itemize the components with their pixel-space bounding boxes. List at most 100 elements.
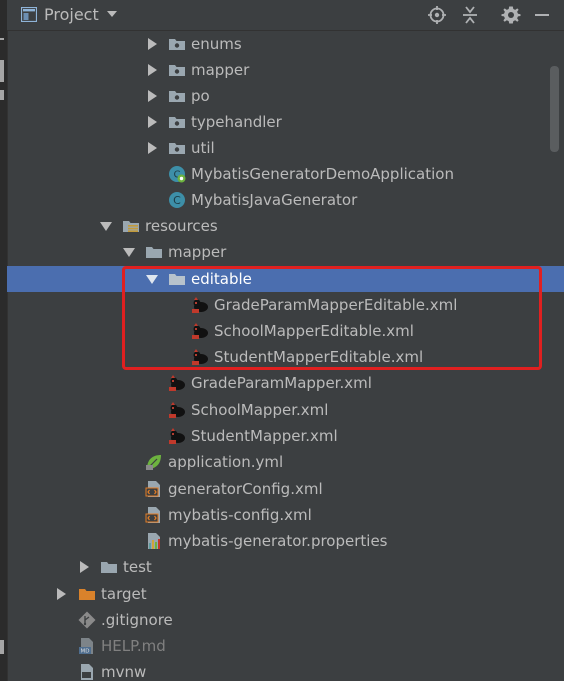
chevron-right-icon[interactable] bbox=[146, 141, 158, 155]
tree-node-label: application.yml bbox=[168, 453, 284, 471]
tree-node-typehandler[interactable]: typehandler bbox=[7, 109, 564, 135]
svg-text:C: C bbox=[173, 194, 181, 207]
tree-node-label: test bbox=[123, 558, 152, 576]
tree-node-java-generator[interactable]: C MybatisJavaGenerator bbox=[7, 187, 564, 213]
tree-node-label: po bbox=[191, 87, 210, 105]
chevron-right-icon[interactable] bbox=[78, 560, 90, 574]
strip-mark bbox=[0, 38, 4, 40]
tree-node-enums[interactable]: enums bbox=[7, 31, 564, 57]
folder-icon bbox=[101, 562, 117, 573]
tree-node-label: .gitignore bbox=[101, 611, 173, 629]
tree-node-demo-application[interactable]: C MybatisGeneratorDemoApplication bbox=[7, 161, 564, 187]
tree-node-generator-config[interactable]: generatorConfig.xml bbox=[7, 476, 564, 502]
project-tree: enums mapper po typehandler util C Mybat… bbox=[7, 31, 564, 681]
tree-node-label: mapper bbox=[168, 243, 227, 261]
collapse-all-icon[interactable] bbox=[460, 5, 480, 25]
tree-node-label: typehandler bbox=[191, 113, 282, 131]
tree-node-po[interactable]: po bbox=[7, 83, 564, 109]
package-folder-icon bbox=[169, 91, 185, 102]
git-ignore-icon bbox=[78, 611, 96, 629]
chevron-right-icon[interactable] bbox=[146, 63, 158, 77]
excluded-folder-icon bbox=[79, 589, 95, 600]
tree-node-label: GradeParamMapper.xml bbox=[191, 374, 372, 392]
mybatis-xml-icon bbox=[192, 297, 208, 313]
tree-node-label: mybatis-generator.properties bbox=[168, 532, 388, 550]
tree-node-target[interactable]: target bbox=[7, 581, 564, 607]
tree-node-grade-param-mapper[interactable]: GradeParamMapper.xml bbox=[7, 370, 564, 396]
mybatis-xml-icon bbox=[169, 375, 185, 391]
tree-node-test[interactable]: test bbox=[7, 554, 564, 580]
project-view-icon bbox=[21, 7, 37, 22]
hide-minimize-icon[interactable] bbox=[532, 5, 552, 25]
resources-folder-icon bbox=[123, 221, 139, 232]
tree-node-generator-properties[interactable]: mybatis-generator.properties bbox=[7, 528, 564, 554]
tree-node-label: GradeParamMapperEditable.xml bbox=[214, 296, 458, 314]
java-class-icon: C bbox=[169, 192, 185, 208]
tree-node-mvnw[interactable]: mvnw bbox=[7, 659, 564, 681]
tree-node-school-mapper-editable[interactable]: SchoolMapperEditable.xml bbox=[7, 318, 564, 344]
folder-icon bbox=[146, 247, 162, 258]
tree-node-mybatis-config[interactable]: mybatis-config.xml bbox=[7, 502, 564, 528]
package-folder-icon bbox=[169, 39, 185, 50]
tree-node-help-md[interactable]: MD HELP.md bbox=[7, 633, 564, 659]
mybatis-xml-icon bbox=[169, 402, 185, 418]
shell-file-icon bbox=[81, 664, 93, 680]
tree-node-mapper-folder[interactable]: mapper bbox=[7, 239, 564, 265]
package-folder-icon bbox=[169, 65, 185, 76]
properties-file-icon bbox=[148, 533, 160, 549]
tool-window-title[interactable]: Project bbox=[44, 5, 99, 24]
tree-node-mapper-package[interactable]: mapper bbox=[7, 57, 564, 83]
package-folder-icon bbox=[169, 143, 185, 154]
chevron-down-icon[interactable] bbox=[146, 272, 158, 286]
tree-node-label: util bbox=[191, 139, 215, 157]
chevron-down-icon[interactable] bbox=[123, 245, 135, 259]
xml-file-icon bbox=[145, 481, 160, 497]
markdown-file-icon: MD bbox=[79, 638, 93, 655]
mybatis-xml-icon bbox=[192, 323, 208, 339]
tree-node-label: SchoolMapper.xml bbox=[191, 401, 329, 419]
tree-node-resources[interactable]: resources bbox=[7, 213, 564, 239]
tree-node-label: editable bbox=[191, 270, 252, 288]
chevron-right-icon[interactable] bbox=[55, 587, 67, 601]
dropdown-caret-icon[interactable] bbox=[105, 7, 119, 21]
locate-icon[interactable] bbox=[427, 5, 447, 25]
svg-text:MD: MD bbox=[81, 649, 90, 655]
tree-node-label: mybatis-config.xml bbox=[168, 506, 312, 524]
tree-node-util[interactable]: util bbox=[7, 135, 564, 161]
tree-node-editable[interactable]: editable bbox=[7, 266, 564, 292]
tree-node-school-mapper[interactable]: SchoolMapper.xml bbox=[7, 397, 564, 423]
vertical-scrollbar-thumb[interactable] bbox=[550, 66, 559, 152]
tree-node-label: mapper bbox=[191, 61, 250, 79]
strip-mark bbox=[0, 90, 4, 100]
tree-node-grade-param-mapper-editable[interactable]: GradeParamMapperEditable.xml bbox=[7, 292, 564, 318]
tree-node-label: MybatisGeneratorDemoApplication bbox=[191, 165, 454, 183]
spring-boot-class-icon: C bbox=[169, 166, 186, 183]
tree-node-label: target bbox=[101, 585, 147, 603]
strip-mark bbox=[0, 640, 4, 654]
chevron-right-icon[interactable] bbox=[146, 115, 158, 129]
tree-node-student-mapper-editable[interactable]: StudentMapperEditable.xml bbox=[7, 344, 564, 370]
tree-node-label: mvnw bbox=[101, 663, 147, 681]
tree-node-label: SchoolMapperEditable.xml bbox=[214, 322, 414, 340]
tree-node-label: generatorConfig.xml bbox=[168, 480, 323, 498]
tree-node-application-yml[interactable]: application.yml bbox=[7, 449, 564, 475]
mybatis-xml-icon bbox=[169, 428, 185, 444]
chevron-down-icon[interactable] bbox=[100, 219, 112, 233]
chevron-right-icon[interactable] bbox=[146, 89, 158, 103]
tree-node-student-mapper[interactable]: StudentMapper.xml bbox=[7, 423, 564, 449]
mybatis-xml-icon bbox=[192, 349, 208, 365]
tree-node-label: enums bbox=[191, 35, 242, 53]
tree-node-label: resources bbox=[145, 217, 218, 235]
chevron-right-icon[interactable] bbox=[146, 37, 158, 51]
settings-gear-icon[interactable] bbox=[501, 5, 521, 25]
tree-node-label: StudentMapper.xml bbox=[191, 427, 338, 445]
folder-icon bbox=[169, 274, 185, 285]
xml-file-icon bbox=[145, 507, 160, 523]
strip-mark bbox=[0, 60, 4, 82]
spring-leaf-icon bbox=[146, 455, 161, 470]
package-folder-icon bbox=[169, 117, 185, 128]
tree-node-label: MybatisJavaGenerator bbox=[191, 191, 358, 209]
tree-node-label: StudentMapperEditable.xml bbox=[214, 348, 424, 366]
project-tool-window-header: Project bbox=[7, 0, 564, 31]
tree-node-gitignore[interactable]: .gitignore bbox=[7, 607, 564, 633]
